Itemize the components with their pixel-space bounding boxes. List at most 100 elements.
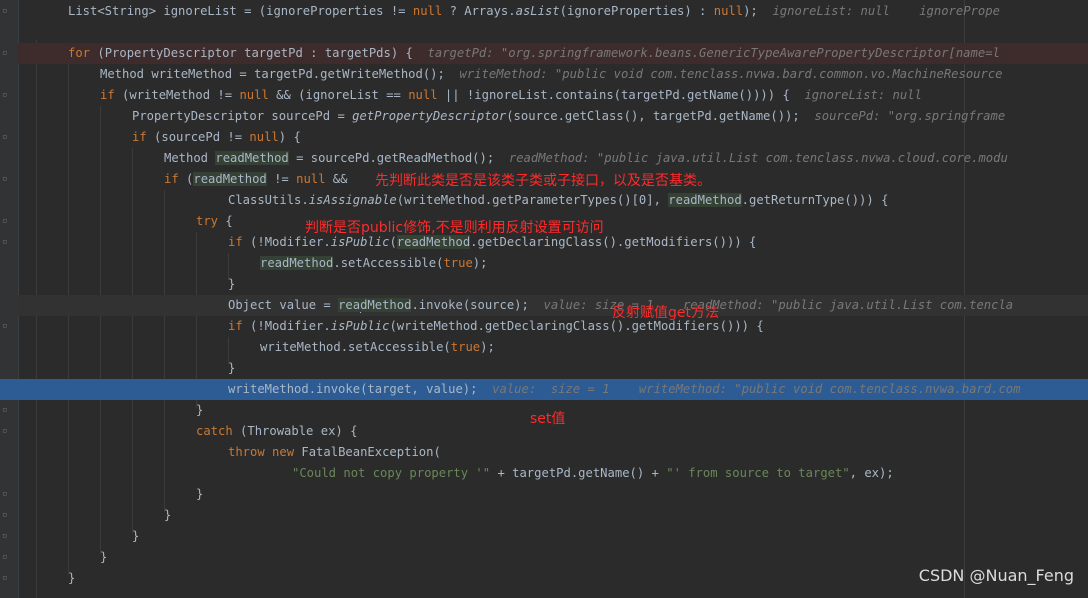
fold-marker-icon[interactable]: ▫ — [2, 133, 11, 142]
code-line[interactable]: Method writeMethod = targetPd.getWriteMe… — [18, 64, 1088, 85]
fold-marker-icon[interactable]: ▫ — [2, 532, 11, 541]
code-line[interactable]: if (sourcePd != null) { — [18, 127, 1088, 148]
code-line-content: Method writeMethod = targetPd.getWriteMe… — [100, 64, 1003, 85]
code-token: "' from source to target" — [666, 466, 850, 480]
code-line[interactable]: writeMethod.setAccessible(true); — [18, 337, 1088, 358]
code-token: } — [132, 529, 140, 543]
code-token: && (ignoreList == — [268, 88, 409, 102]
code-line-content: Method readMethod = sourcePd.getReadMeth… — [164, 148, 1008, 169]
fold-marker-icon[interactable]: ▫ — [2, 238, 11, 247]
code-line[interactable]: if (writeMethod != null && (ignoreList =… — [18, 85, 1088, 106]
code-token: isPublic — [330, 319, 390, 333]
code-token: null — [408, 88, 438, 102]
code-token: null — [249, 130, 279, 144]
code-line-content: } — [164, 505, 171, 526]
code-line-content: } — [228, 358, 235, 379]
code-line[interactable]: throw new FatalBeanException( — [18, 442, 1088, 463]
code-token: if — [228, 235, 243, 249]
debug-inline-value: targetPd: "org.springframework.beans.Gen… — [427, 46, 1000, 60]
code-line[interactable]: } — [18, 484, 1088, 505]
code-token: ); — [480, 340, 495, 354]
code-line-content: writeMethod.invoke(target, value); value… — [228, 379, 1020, 400]
fold-marker-icon[interactable]: ▫ — [2, 406, 11, 415]
code-line-content: try { — [196, 211, 233, 232]
code-token: catch — [196, 424, 233, 438]
code-token: try — [196, 214, 219, 228]
code-token: "Could not copy property '" — [292, 466, 491, 480]
fold-marker-icon[interactable]: ▫ — [2, 49, 11, 58]
editor-gutter[interactable]: ▫ ▫ ▫ ▫ ▫ ▫ ▫ ▫ ▫ ▫ ▫ ▫ ▫ ▫ ▫ — [0, 0, 19, 598]
code-line-content: throw new FatalBeanException( — [228, 442, 441, 463]
fold-marker-icon[interactable]: ▫ — [2, 427, 11, 436]
code-token: + targetPd.getName() + — [490, 466, 667, 480]
code-token: Method writeMethod = targetPd.getWriteMe… — [100, 67, 460, 81]
code-token: readMethod — [396, 235, 471, 249]
code-line[interactable]: PropertyDescriptor sourcePd = getPropert… — [18, 106, 1088, 127]
fold-marker-icon[interactable]: ▫ — [2, 574, 11, 583]
fold-marker-icon[interactable]: ▫ — [2, 490, 11, 499]
code-line-content: catch (Throwable ex) { — [196, 421, 357, 442]
code-line[interactable]: } — [18, 505, 1088, 526]
code-line[interactable]: readMethod.setAccessible(true); — [18, 253, 1088, 274]
debug-inline-value: writeMethod: "public void com.tenclass.n… — [459, 67, 1003, 81]
code-token: && — [325, 172, 348, 186]
watermark: CSDN @Nuan_Feng — [918, 566, 1074, 585]
code-token: } — [196, 487, 204, 501]
annotation-assignable-check: 先判断此类是否是该类子类或子接口，以及是否基类。 — [375, 173, 711, 189]
code-line[interactable]: "Could not copy property '" + targetPd.g… — [18, 463, 1088, 484]
code-token: if — [132, 130, 147, 144]
code-token: readMethod — [215, 151, 289, 165]
code-token: PropertyDescriptor sourcePd = — [132, 109, 353, 123]
code-token: } — [228, 277, 236, 291]
fold-marker-icon[interactable]: ▫ — [2, 175, 11, 184]
annotation-public-check: 判断是否public修饰,不是则利用反射设置可访问 — [305, 220, 604, 236]
code-line[interactable]: for (PropertyDescriptor targetPd : targe… — [18, 43, 1088, 64]
fold-marker-icon[interactable]: ▫ — [2, 91, 11, 100]
code-token: ClassUtils. — [228, 193, 309, 207]
code-token: asList — [515, 4, 560, 18]
code-token: List<String> ignoreList = (ignorePropert… — [68, 4, 413, 18]
code-line-content: } — [132, 526, 139, 547]
code-token: writeMethod.invoke(target, value); — [228, 382, 493, 396]
code-line[interactable]: } — [18, 274, 1088, 295]
code-token: null — [713, 4, 744, 18]
code-token: null — [239, 88, 269, 102]
code-token: || !ignoreList.contains(targetPd.getName… — [437, 88, 805, 102]
code-token: throw new — [228, 445, 295, 459]
code-token: writeMethod.setAccessible( — [260, 340, 451, 354]
code-token: dMethod — [360, 298, 412, 312]
code-token: } — [164, 508, 172, 522]
code-token: (!Modifier. — [242, 235, 331, 249]
code-token: true — [450, 340, 481, 354]
code-line[interactable]: if (!Modifier.isPublic(writeMethod.getDe… — [18, 316, 1088, 337]
code-line[interactable]: } — [18, 526, 1088, 547]
code-line[interactable]: Object value = readMethod.invoke(source)… — [18, 295, 1088, 316]
fold-marker-icon[interactable]: ▫ — [2, 511, 11, 520]
fold-marker-icon[interactable]: ▫ — [2, 553, 11, 562]
code-token: .setAccessible( — [333, 256, 444, 270]
code-line[interactable]: writeMethod.invoke(target, value); value… — [0, 379, 1088, 400]
annotation-set-value: set值 — [530, 411, 566, 427]
fold-marker-icon[interactable]: ▫ — [2, 7, 11, 16]
code-line-content: } — [196, 400, 203, 421]
code-line[interactable]: Method readMethod = sourcePd.getReadMeth… — [18, 148, 1088, 169]
code-line[interactable]: List<String> ignoreList = (ignorePropert… — [18, 1, 1088, 22]
code-token: ); — [743, 4, 773, 18]
fold-marker-icon[interactable]: ▫ — [2, 322, 11, 331]
fold-marker-icon[interactable]: ▫ — [2, 217, 11, 226]
code-token: ) { — [278, 130, 301, 144]
code-token: .getDeclaringClass().getModifiers())) { — [470, 235, 757, 249]
code-line[interactable]: ClassUtils.isAssignable(writeMethod.getP… — [18, 190, 1088, 211]
debug-inline-value: ignoreList: null — [804, 88, 922, 102]
code-token: (sourcePd != — [146, 130, 250, 144]
code-line[interactable] — [18, 22, 1088, 43]
code-token: (source.getClass(), targetPd.getName()); — [506, 109, 815, 123]
code-token: (writeMethod.getParameterTypes()[0], — [396, 193, 669, 207]
code-token: .invoke(source); — [411, 298, 544, 312]
code-line[interactable]: } — [18, 547, 1088, 568]
code-token: (writeMethod != — [114, 88, 240, 102]
code-token: FatalBeanException( — [294, 445, 441, 459]
code-line[interactable]: } — [18, 358, 1088, 379]
code-line-content: if (sourcePd != null) { — [132, 127, 301, 148]
code-token: , ex); — [849, 466, 894, 480]
